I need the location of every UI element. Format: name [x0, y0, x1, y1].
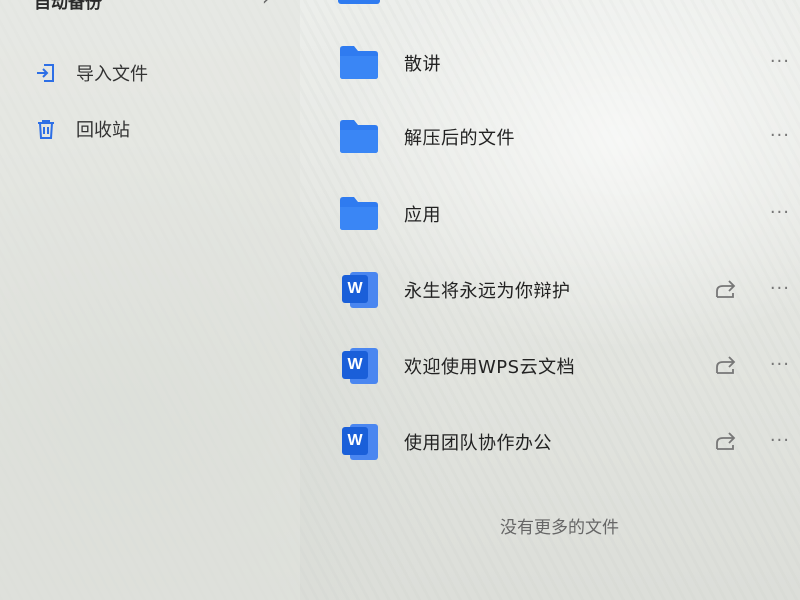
list-item[interactable]: W 欢迎使用WPS云文档 ··· [338, 342, 800, 390]
list-item[interactable]: W 使用团队协作办公 ··· [338, 418, 800, 466]
list-item[interactable]: 解压后的文件 ··· [338, 113, 800, 161]
more-icon[interactable]: ··· [770, 354, 790, 375]
folder-icon [338, 117, 382, 157]
no-more-files-text: 没有更多的文件 [500, 518, 619, 538]
sidebar-item-auto-backup[interactable]: 自动备份 [34, 0, 102, 14]
file-list: 散讲 ··· 解压后的文件 ··· 应用 ··· W 永生将永远为你辩护 ···… [300, 0, 800, 600]
file-name: 使用团队协作办公 [404, 433, 552, 454]
word-doc-icon: W [338, 346, 382, 386]
more-icon[interactable]: ··· [770, 202, 790, 223]
file-name: 永生将永远为你辩护 [404, 281, 571, 302]
import-icon [34, 61, 58, 85]
sidebar-item-label: 导入文件 [76, 64, 148, 85]
sidebar-item-label: 回收站 [76, 120, 130, 141]
more-icon[interactable]: ··· [770, 125, 790, 146]
sidebar: 自动备份 › 导入文件 回收站 [0, 0, 300, 600]
file-name: 解压后的文件 [404, 128, 515, 149]
sidebar-item-recycle-bin[interactable]: 回收站 [34, 115, 130, 143]
list-item[interactable]: 应用 ··· [338, 190, 800, 238]
list-item[interactable]: W 永生将永远为你辩护 ··· [338, 266, 800, 314]
folder-icon [338, 194, 382, 234]
list-item[interactable]: 散讲 ··· [338, 39, 800, 87]
word-doc-icon: W [338, 270, 382, 310]
chevron-right-icon: › [262, 0, 270, 10]
word-doc-icon: W [338, 422, 382, 462]
share-icon[interactable] [714, 355, 738, 377]
share-icon[interactable] [714, 431, 738, 453]
file-name: 散讲 [404, 54, 441, 75]
trash-icon [34, 117, 58, 141]
folder-icon [338, 43, 382, 83]
file-name: 欢迎使用WPS云文档 [404, 357, 576, 378]
more-icon[interactable]: ··· [770, 278, 790, 299]
more-icon[interactable]: ··· [770, 430, 790, 451]
share-icon[interactable] [714, 279, 738, 301]
file-name: 应用 [404, 205, 441, 226]
sidebar-item-import-files[interactable]: 导入文件 [34, 59, 148, 87]
more-icon[interactable]: ··· [770, 51, 790, 72]
